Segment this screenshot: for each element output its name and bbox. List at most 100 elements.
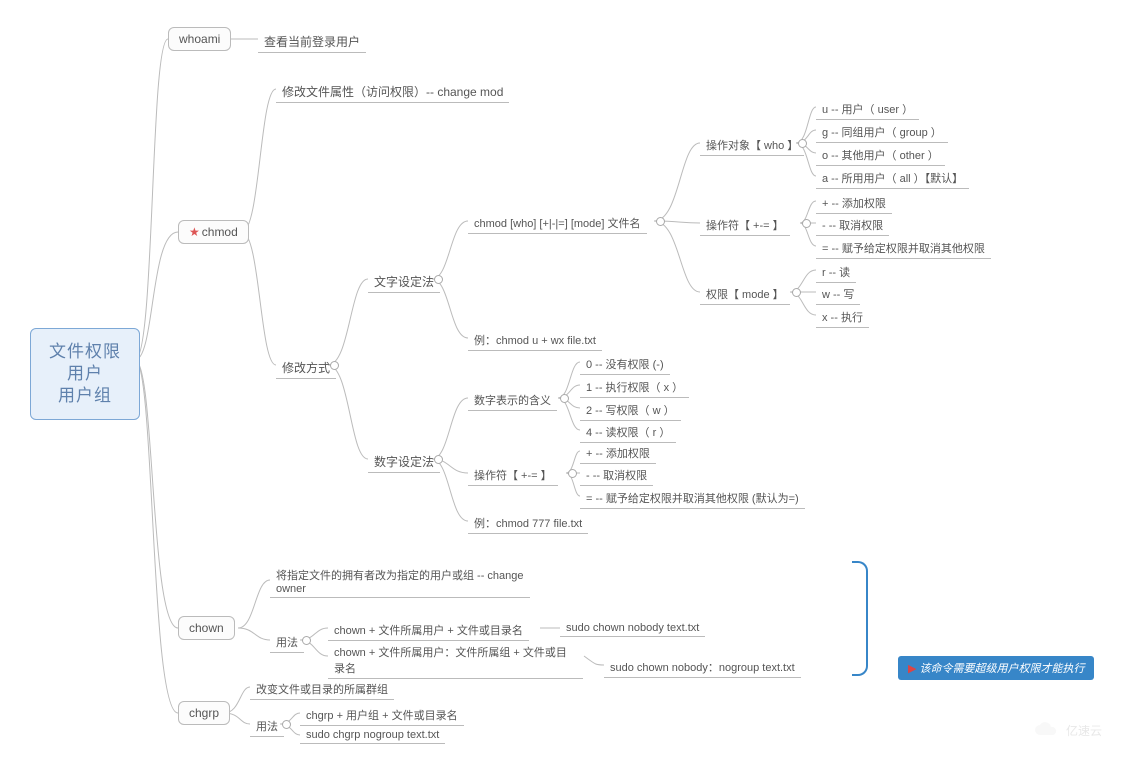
leaf: a -- 所用用户（ all ）【默认】 — [816, 168, 969, 189]
node-whoami-desc[interactable]: 查看当前登录用户 — [258, 31, 366, 53]
leaf: 操作符【 +-= 】 — [700, 215, 790, 236]
leaf: 4 -- 读权限（ r ） — [580, 422, 676, 443]
expand-dot[interactable] — [330, 361, 339, 370]
node-chown[interactable]: chown — [178, 616, 235, 640]
root-node[interactable]: 文件权限 用户 用户组 — [30, 328, 140, 420]
leaf: + -- 添加权限 — [816, 193, 892, 214]
node-op[interactable]: 操作符【 +-= 】 — [700, 215, 790, 236]
node-text-example[interactable]: 例：chmod u + wx file.txt — [468, 330, 602, 351]
expand-dot[interactable] — [798, 139, 807, 148]
callout-chown[interactable]: ▶该命令需要超级用户权限才能执行 — [898, 656, 1094, 680]
leaf: 例：chmod 777 file.txt — [468, 513, 588, 534]
node-who[interactable]: 操作对象【 who 】 — [700, 135, 804, 156]
node-chown-u2ex[interactable]: sudo chown nobody：nogroup text.txt — [604, 657, 801, 678]
node-op-eq[interactable]: = -- 赋予给定权限并取消其他权限 — [816, 238, 991, 259]
expand-dot[interactable] — [434, 455, 443, 464]
root-line2: 用户 — [49, 363, 121, 385]
node-text-method[interactable]: 文字设定法 — [368, 271, 440, 293]
leaf: = -- 赋予给定权限并取消其他权限 — [816, 238, 991, 259]
txt: chmod — [202, 225, 238, 239]
leaf: chown + 文件所属用户 + 文件或目录名 — [328, 620, 529, 641]
node-num-method[interactable]: 数字设定法 — [368, 451, 440, 473]
leaf: w -- 写 — [816, 284, 860, 305]
leaf: 数字设定法 — [368, 451, 440, 473]
node-num-1[interactable]: 1 -- 执行权限（ x ） — [580, 377, 689, 398]
node-mode-x[interactable]: x -- 执行 — [816, 307, 869, 328]
leaf: 操作符【 +-= 】 — [468, 465, 558, 486]
node-nop-eq[interactable]: = -- 赋予给定权限并取消其他权限 (默认为=) — [580, 488, 805, 509]
node-chgrp-u2[interactable]: sudo chgrp nogroup text.txt — [300, 727, 445, 744]
expand-dot[interactable] — [792, 288, 801, 297]
leaf: 改变文件或目录的所属群组 — [250, 679, 394, 700]
node-chmod[interactable]: ★chmod — [178, 220, 249, 244]
node-text-syntax[interactable]: chmod [who] [+|-|=] [mode] 文件名 — [468, 213, 647, 234]
node-chown-usage[interactable]: 用法 — [270, 632, 304, 653]
leaf: 查看当前登录用户 — [258, 31, 366, 53]
leaf: 修改文件属性（访问权限）-- change mod — [276, 81, 509, 103]
star-icon: ★ — [189, 225, 200, 239]
node-num-meaning[interactable]: 数字表示的含义 — [468, 390, 557, 411]
node-num-0[interactable]: 0 -- 没有权限 (-) — [580, 354, 670, 375]
root-line1: 文件权限 — [49, 341, 121, 363]
leaf: 文字设定法 — [368, 271, 440, 293]
node-mode-w[interactable]: w -- 写 — [816, 284, 860, 305]
label: chown — [178, 616, 235, 640]
leaf: 将指定文件的拥有者改为指定的用户或组 -- change owner — [270, 565, 530, 598]
node-chgrp-desc[interactable]: 改变文件或目录的所属群组 — [250, 679, 394, 700]
label: chgrp — [178, 701, 230, 725]
root-line3: 用户组 — [49, 385, 121, 407]
node-nop-sub[interactable]: - -- 取消权限 — [580, 465, 653, 486]
leaf: 例：chmod u + wx file.txt — [468, 330, 602, 351]
node-chgrp-u1[interactable]: chgrp + 用户组 + 文件或目录名 — [300, 705, 464, 726]
expand-dot[interactable] — [434, 275, 443, 284]
txt: 该命令需要超级用户权限才能执行 — [919, 663, 1084, 675]
node-mode-r[interactable]: r -- 读 — [816, 262, 856, 283]
node-chown-u1[interactable]: chown + 文件所属用户 + 文件或目录名 — [328, 620, 529, 641]
node-chown-u1ex[interactable]: sudo chown nobody text.txt — [560, 620, 705, 637]
leaf: x -- 执行 — [816, 307, 869, 328]
leaf: chown + 文件所属用户：文件所属组 + 文件或目录名 — [328, 642, 583, 679]
leaf: - -- 取消权限 — [580, 465, 653, 486]
node-chgrp-usage[interactable]: 用法 — [250, 716, 284, 737]
node-mode[interactable]: 权限【 mode 】 — [700, 284, 790, 305]
expand-dot[interactable] — [302, 636, 311, 645]
node-chown-desc[interactable]: 将指定文件的拥有者改为指定的用户或组 -- change owner — [270, 565, 530, 598]
node-who-u[interactable]: u -- 用户（ user ） — [816, 99, 919, 120]
leaf: 数字表示的含义 — [468, 390, 557, 411]
node-chmod-desc[interactable]: 修改文件属性（访问权限）-- change mod — [276, 81, 509, 103]
node-chown-u2[interactable]: chown + 文件所属用户：文件所属组 + 文件或目录名 — [328, 642, 583, 679]
watermark: 亿速云 — [1032, 721, 1102, 739]
leaf: 2 -- 写权限（ w ） — [580, 400, 681, 421]
node-num-2[interactable]: 2 -- 写权限（ w ） — [580, 400, 681, 421]
triangle-icon: ▶ — [908, 663, 916, 675]
node-who-a[interactable]: a -- 所用用户（ all ）【默认】 — [816, 168, 969, 189]
leaf: r -- 读 — [816, 262, 856, 283]
leaf: u -- 用户（ user ） — [816, 99, 919, 120]
node-num-4[interactable]: 4 -- 读权限（ r ） — [580, 422, 676, 443]
leaf: 用法 — [250, 716, 284, 737]
expand-dot[interactable] — [282, 720, 291, 729]
leaf: - -- 取消权限 — [816, 215, 889, 236]
leaf: 操作对象【 who 】 — [700, 135, 804, 156]
leaf: 0 -- 没有权限 (-) — [580, 354, 670, 375]
leaf: sudo chown nobody：nogroup text.txt — [604, 657, 801, 678]
expand-dot[interactable] — [560, 394, 569, 403]
node-chgrp[interactable]: chgrp — [178, 701, 230, 725]
node-who-g[interactable]: g -- 同组用户（ group ） — [816, 122, 948, 143]
leaf: 修改方式 — [276, 357, 336, 379]
node-op-add[interactable]: + -- 添加权限 — [816, 193, 892, 214]
node-mod-way[interactable]: 修改方式 — [276, 357, 336, 379]
node-num-op[interactable]: 操作符【 +-= 】 — [468, 465, 558, 486]
node-op-sub[interactable]: - -- 取消权限 — [816, 215, 889, 236]
node-num-example[interactable]: 例：chmod 777 file.txt — [468, 513, 588, 534]
expand-dot[interactable] — [802, 219, 811, 228]
expand-dot[interactable] — [568, 469, 577, 478]
root-box: 文件权限 用户 用户组 — [30, 328, 140, 420]
node-nop-add[interactable]: + -- 添加权限 — [580, 443, 656, 464]
node-whoami[interactable]: whoami — [168, 27, 231, 51]
node-who-o[interactable]: o -- 其他用户（ other ） — [816, 145, 945, 166]
leaf: chmod [who] [+|-|=] [mode] 文件名 — [468, 213, 647, 234]
leaf: 1 -- 执行权限（ x ） — [580, 377, 689, 398]
expand-dot[interactable] — [656, 217, 665, 226]
leaf: + -- 添加权限 — [580, 443, 656, 464]
